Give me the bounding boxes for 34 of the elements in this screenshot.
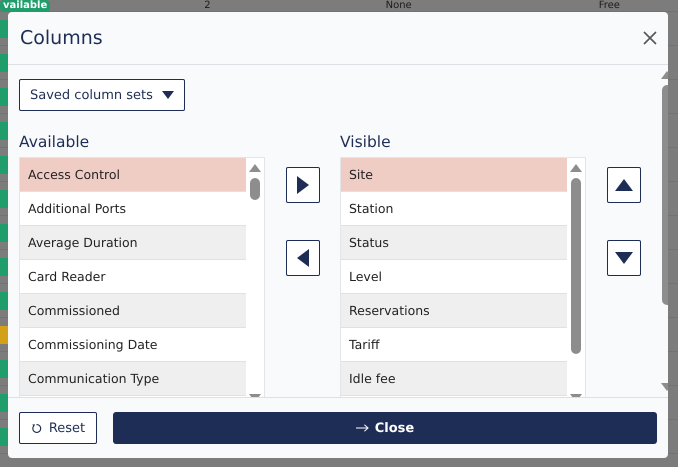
scroll-up-icon[interactable] (249, 164, 261, 172)
caret-icon (162, 91, 174, 99)
move-right-button[interactable] (286, 167, 320, 203)
saved-column-sets-dropdown[interactable]: Saved column sets (19, 79, 185, 111)
reset-icon (30, 422, 42, 434)
table-cell: None (386, 0, 412, 12)
list-item[interactable]: Reservations (341, 294, 567, 328)
table-cell: 2 (204, 0, 211, 12)
arrow-right-icon (356, 424, 369, 432)
move-left-button[interactable] (286, 240, 320, 276)
scrollbar-thumb[interactable] (571, 178, 581, 354)
list-item[interactable]: Communication Type (20, 362, 246, 396)
scroll-up-icon[interactable] (570, 164, 582, 172)
scrollbar-thumb[interactable] (250, 178, 260, 200)
status-badge: vailable (0, 0, 50, 12)
list-item[interactable]: Access Control (20, 158, 246, 192)
move-down-button[interactable] (606, 240, 640, 276)
dialog-title: Columns (20, 27, 103, 49)
right-arrow-icon (296, 176, 308, 194)
left-arrow-icon (296, 249, 308, 267)
list-heading: Available (19, 133, 90, 153)
list-item[interactable]: Commissioned (20, 294, 246, 328)
table-cell: Free (598, 0, 620, 12)
move-up-button[interactable] (606, 167, 640, 203)
close-icon[interactable] (642, 30, 658, 46)
list-item[interactable]: Status (341, 226, 567, 260)
list-heading: Visible (340, 133, 392, 153)
list-item[interactable]: Average Duration (20, 226, 246, 260)
up-arrow-icon (614, 179, 632, 191)
close-button[interactable]: Close (113, 412, 657, 444)
reset-button[interactable]: Reset (19, 412, 97, 444)
down-arrow-icon (614, 252, 632, 264)
list-item[interactable]: Site (341, 158, 567, 192)
list-item[interactable]: Idle fee (341, 362, 567, 396)
